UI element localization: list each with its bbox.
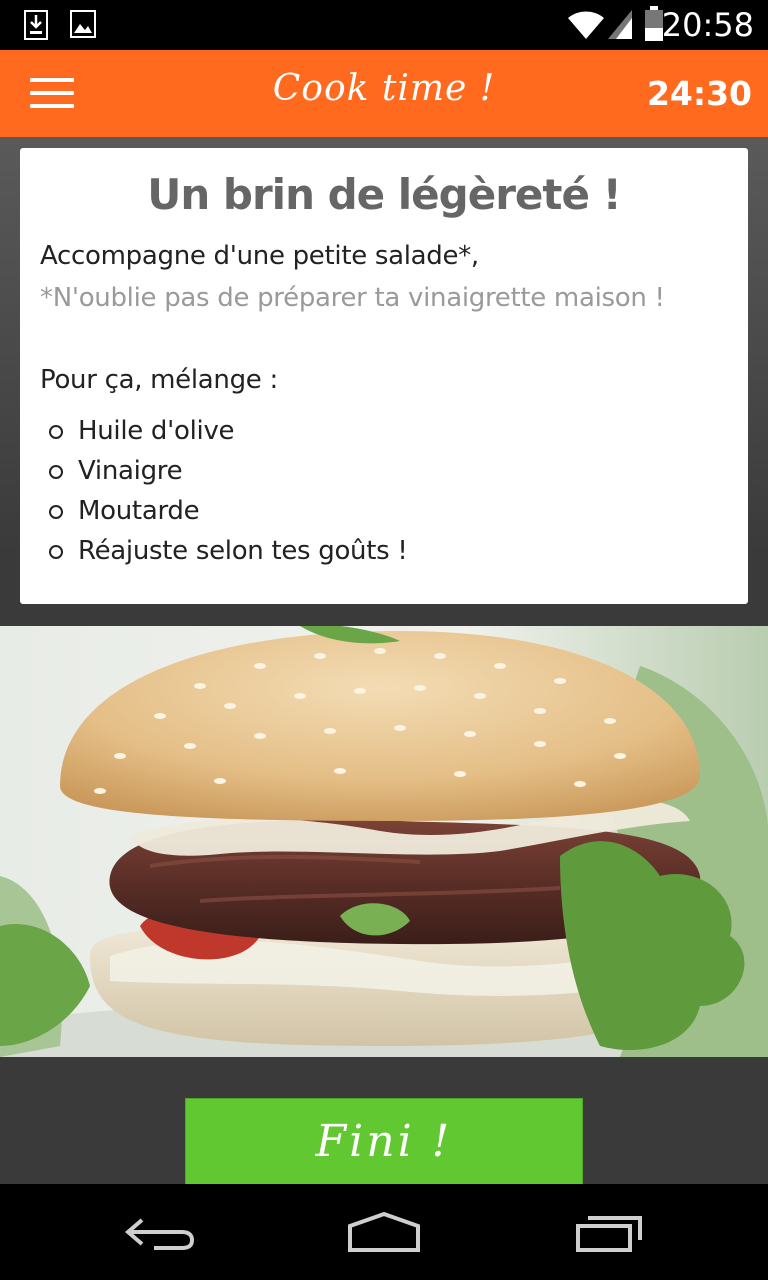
- finish-button-label: Fini !: [315, 1116, 453, 1167]
- navigation-bar: [0, 1184, 768, 1280]
- list-item: Moutarde: [40, 491, 728, 531]
- finish-button[interactable]: Fini !: [185, 1098, 583, 1184]
- content-area: Un brin de légèreté ! Accompagne d'une p…: [0, 137, 768, 1184]
- card-line: Accompagne d'une petite salade*,: [40, 241, 479, 271]
- card-intro: Pour ça, mélange :: [40, 365, 278, 395]
- ingredient-list: Huile d'olive Vinaigre Moutarde Réajuste…: [40, 411, 728, 571]
- recents-icon[interactable]: [574, 1214, 646, 1254]
- list-item: Huile d'olive: [40, 411, 728, 451]
- burger-photo: [0, 626, 768, 1057]
- recipe-step-card: Un brin de légèreté ! Accompagne d'une p…: [20, 148, 748, 604]
- list-item: Réajuste selon tes goûts !: [40, 531, 728, 571]
- signal-icon: [608, 10, 632, 39]
- card-title: Un brin de légèreté !: [147, 170, 621, 219]
- home-icon[interactable]: [346, 1212, 422, 1254]
- status-clock: 20:58: [661, 6, 754, 44]
- status-bar: 20:58: [0, 0, 768, 50]
- image-icon: [70, 10, 96, 38]
- app-bar: Cook time ! 24:30: [0, 50, 768, 137]
- cook-timer: 24:30: [646, 74, 752, 113]
- download-icon: [24, 10, 48, 40]
- card-note: *N'oublie pas de préparer ta vinaigrette…: [40, 283, 665, 313]
- back-icon[interactable]: [124, 1214, 196, 1254]
- list-item: Vinaigre: [40, 451, 728, 491]
- wifi-icon: [568, 11, 604, 39]
